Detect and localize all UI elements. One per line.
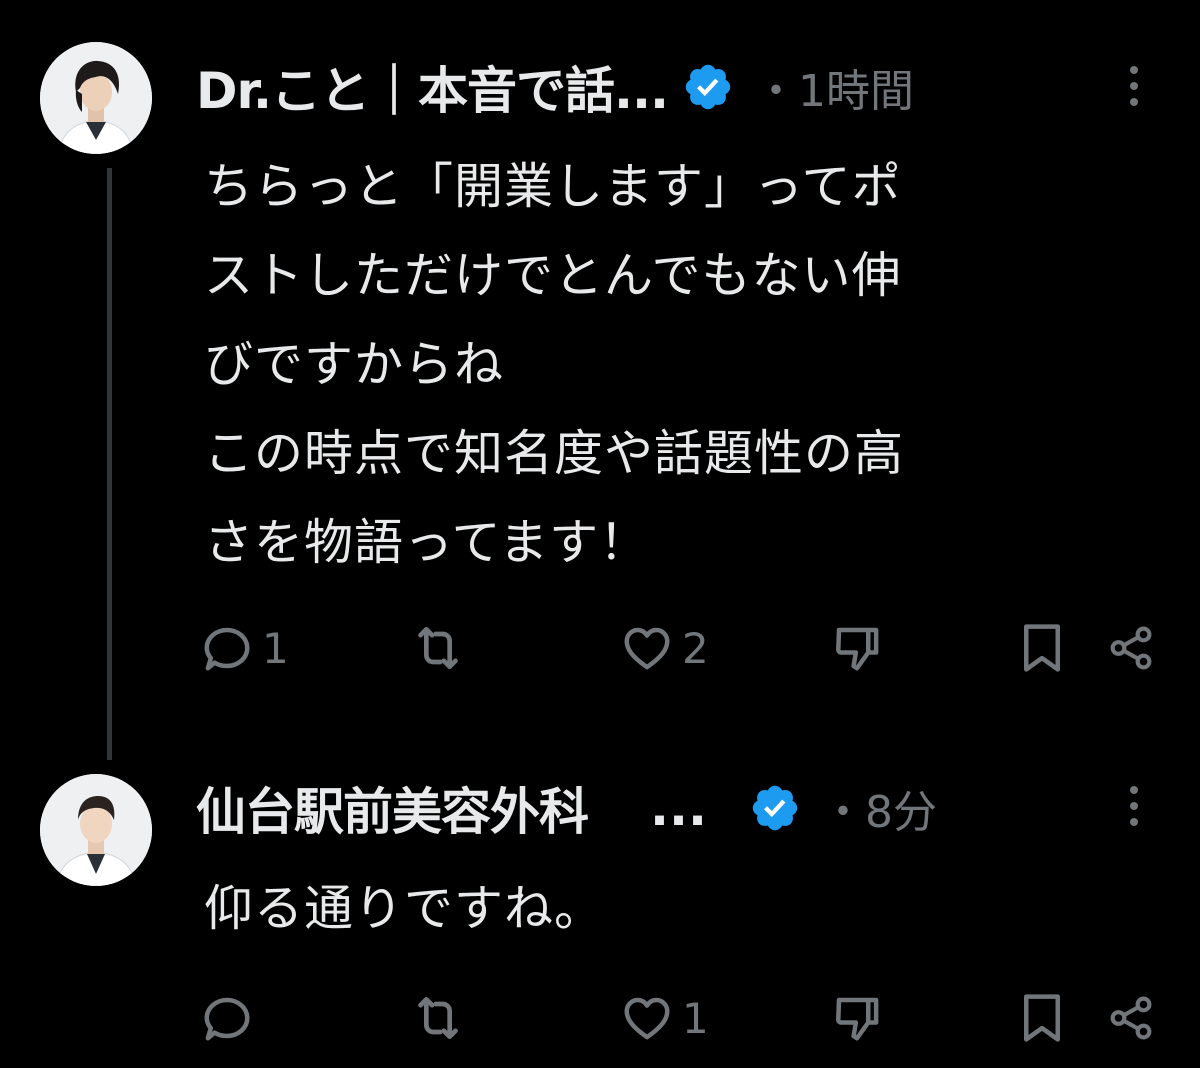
verified-badge-icon[interactable]: [682, 61, 734, 113]
post-header: 仙台駅前美容外科 ... ・8分: [196, 773, 1140, 843]
bookmark-button[interactable]: [1018, 988, 1066, 1048]
post-text: ちらっと「開業します」ってポ ストしただけでとんでもない伸 びですからね この時…: [204, 158, 905, 571]
avatar[interactable]: [40, 774, 152, 886]
repost-button[interactable]: [410, 618, 474, 678]
author-name-ellipsis: ...: [650, 779, 707, 837]
like-icon: [624, 997, 670, 1040]
reply-button[interactable]: [200, 988, 262, 1048]
post-time[interactable]: ・8分: [821, 776, 937, 840]
bookmark-button[interactable]: [1018, 618, 1066, 678]
post-header: Dr.こと｜本音で話... ・1時間: [196, 52, 1140, 122]
repost-button[interactable]: [410, 988, 474, 1048]
author-name[interactable]: Dr.こと｜本音で話...: [196, 51, 668, 123]
bookmark-icon: [1024, 994, 1060, 1042]
repost-icon: [418, 627, 458, 669]
avatar[interactable]: [40, 42, 152, 154]
share-icon: [1110, 996, 1152, 1040]
more-icon[interactable]: [1124, 778, 1144, 838]
dislike-button[interactable]: [830, 988, 884, 1048]
share-button[interactable]: [1106, 988, 1156, 1048]
share-icon: [1110, 626, 1152, 670]
thread-connector-line: [107, 168, 112, 760]
like-count: 2: [682, 623, 709, 673]
like-icon: [624, 627, 670, 670]
post-time[interactable]: ・1時間: [754, 55, 914, 119]
repost-icon: [418, 997, 458, 1039]
dislike-icon: [835, 997, 879, 1041]
like-button[interactable]: 1: [620, 988, 709, 1048]
dislike-icon: [835, 627, 879, 671]
author-name[interactable]: 仙台駅前美容外科: [196, 772, 588, 844]
reply-icon: [204, 627, 250, 671]
more-icon[interactable]: [1124, 58, 1144, 118]
bookmark-icon: [1024, 624, 1060, 672]
verified-badge-icon[interactable]: [749, 782, 801, 834]
like-button[interactable]: 2: [620, 618, 709, 678]
reply-button[interactable]: 1: [200, 618, 289, 678]
post-text: 仰る通りですね。: [204, 880, 605, 937]
dislike-button[interactable]: [830, 618, 884, 678]
like-count: 1: [682, 993, 709, 1043]
reply-icon: [204, 997, 250, 1041]
share-button[interactable]: [1106, 618, 1156, 678]
reply-count: 1: [262, 623, 289, 673]
action-bar: 1 2: [200, 618, 1160, 678]
action-bar: 1: [200, 988, 1160, 1048]
